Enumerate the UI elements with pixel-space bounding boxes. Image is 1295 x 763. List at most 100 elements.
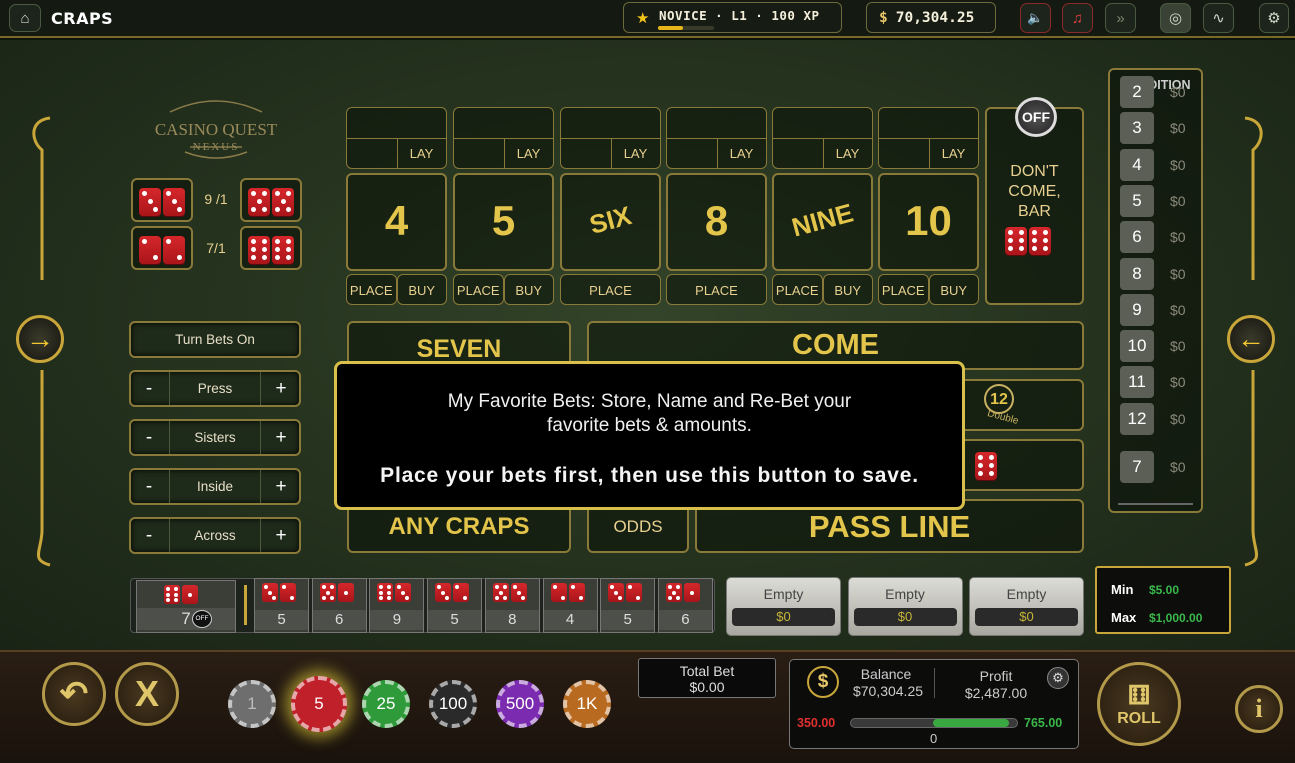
number-box-3[interactable]: 8 bbox=[666, 173, 767, 271]
history-roll: 6 bbox=[311, 578, 367, 633]
lay-bet-3[interactable]: LAY bbox=[666, 107, 767, 169]
sisters-button[interactable]: Sisters bbox=[169, 421, 261, 454]
undo-icon[interactable]: ↶ bbox=[42, 662, 106, 726]
history-roll: 5 bbox=[254, 578, 309, 633]
level-indicator: ★ NOVICE · L1 · 100 XP bbox=[623, 2, 842, 33]
sisters-plus-button[interactable]: + bbox=[263, 421, 299, 454]
history-roll: 8 bbox=[484, 578, 540, 633]
lay-bet-5[interactable]: LAY bbox=[878, 107, 979, 169]
history-roll: 5 bbox=[427, 578, 483, 633]
history-divider bbox=[244, 585, 247, 625]
roll-button[interactable]: ⚅ ROLL bbox=[1097, 662, 1181, 746]
turn-bets-on-button[interactable]: Turn Bets On bbox=[129, 321, 301, 358]
home-icon[interactable]: ⌂ bbox=[9, 4, 41, 32]
condition-row: 5 $0 bbox=[1120, 184, 1195, 217]
fast-forward-icon[interactable]: » bbox=[1105, 3, 1136, 33]
info-icon[interactable]: i bbox=[1235, 685, 1283, 733]
inside-plus-button[interactable]: + bbox=[263, 470, 299, 503]
dice-icon: ⚅ bbox=[1127, 680, 1151, 710]
casino-logo: CASINO QUEST NEXUS bbox=[150, 92, 282, 164]
place-bet-4[interactable]: PLACE bbox=[772, 274, 823, 305]
hop-bet-2-2[interactable] bbox=[131, 226, 193, 270]
star-icon: ★ bbox=[636, 10, 650, 27]
place-bet-0[interactable]: PLACE bbox=[346, 274, 397, 305]
condition-panel: CONDITION 2 $0 3 $0 4 $0 5 $0 6 $0 8 $0 … bbox=[1108, 68, 1203, 513]
stats-panel: $ Balance $70,304.25 Profit $2,487.00 ⚙ … bbox=[789, 659, 1079, 749]
hop-bet-3-3[interactable] bbox=[131, 178, 193, 222]
press-control: - Press + bbox=[129, 370, 301, 407]
buy-bet-0[interactable]: BUY bbox=[396, 274, 447, 305]
off-toggle[interactable]: OFF bbox=[1015, 97, 1057, 137]
condition-row: 9 $0 bbox=[1120, 293, 1195, 326]
hop-bet-5-5[interactable] bbox=[240, 178, 302, 222]
buy-bet-4[interactable]: BUY bbox=[822, 274, 873, 305]
top-bar: ⌂ CRAPS ★ NOVICE · L1 · 100 XP $ 70,304.… bbox=[0, 0, 1295, 38]
history-roll: 6 bbox=[657, 578, 713, 633]
buy-bet-5[interactable]: BUY bbox=[928, 274, 979, 305]
total-bet-box: Total Bet $0.00 bbox=[638, 658, 776, 698]
settings-gear-icon[interactable]: ⚙ bbox=[1259, 3, 1289, 33]
lay-bet-1[interactable]: LAY bbox=[453, 107, 554, 169]
chip-500[interactable]: 500 bbox=[496, 680, 544, 728]
tooltip-line-3: Place your bets first, then use this but… bbox=[380, 464, 919, 487]
condition-row: 6 $0 bbox=[1120, 221, 1195, 254]
lay-bet-4[interactable]: LAY bbox=[772, 107, 873, 169]
number-box-2[interactable]: SIX bbox=[560, 173, 661, 271]
place-bet-3[interactable]: PLACE bbox=[666, 274, 767, 305]
chip-25[interactable]: 25 bbox=[362, 680, 410, 728]
pulse-icon[interactable]: ∿ bbox=[1203, 3, 1234, 33]
across-button[interactable]: Across bbox=[169, 519, 261, 552]
tooltip-line-1: My Favorite Bets: Store, Name and Re-Bet… bbox=[447, 391, 852, 412]
number-box-1[interactable]: 5 bbox=[453, 173, 554, 271]
lay-bet-2[interactable]: LAY bbox=[560, 107, 661, 169]
balance-display: $ 70,304.25 bbox=[866, 2, 996, 33]
condition-row: 7 $0 bbox=[1120, 451, 1195, 483]
place-bet-2[interactable]: PLACE bbox=[560, 274, 661, 305]
buy-bet-1[interactable]: BUY bbox=[503, 274, 554, 305]
chip-5[interactable]: 5 bbox=[291, 676, 347, 732]
number-box-5[interactable]: 10 bbox=[878, 173, 979, 271]
number-box-0[interactable]: 4 bbox=[346, 173, 447, 271]
across-minus-button[interactable]: - bbox=[131, 519, 167, 552]
across-plus-button[interactable]: + bbox=[263, 519, 299, 552]
place-bet-5[interactable]: PLACE bbox=[878, 274, 929, 305]
history-roll: 9 bbox=[369, 578, 425, 633]
inside-button[interactable]: Inside bbox=[169, 470, 261, 503]
target-icon[interactable]: ◎ bbox=[1160, 3, 1191, 33]
music-icon[interactable]: ♫ bbox=[1062, 3, 1093, 33]
chip-1K[interactable]: 1K bbox=[563, 680, 611, 728]
profit-range-bar bbox=[850, 718, 1018, 728]
condition-row: 10 $0 bbox=[1120, 330, 1195, 363]
arrow-right-icon[interactable]: → bbox=[16, 315, 64, 363]
inside-minus-button[interactable]: - bbox=[131, 470, 167, 503]
page-title: CRAPS bbox=[51, 9, 114, 28]
hop-odds-1: 9 /1 bbox=[204, 191, 228, 207]
condition-row: 8 $0 bbox=[1120, 257, 1195, 290]
off-badge: OFF bbox=[192, 610, 212, 628]
lay-bet-0[interactable]: LAY bbox=[346, 107, 447, 169]
dice-6-icon bbox=[975, 452, 999, 485]
press-minus-button[interactable]: - bbox=[131, 372, 167, 405]
press-button[interactable]: Press bbox=[169, 372, 261, 405]
chip-100[interactable]: 100 bbox=[429, 680, 477, 728]
favorite-bets-tooltip: My Favorite Bets: Store, Name and Re-Bet… bbox=[334, 361, 965, 510]
clear-bets-icon[interactable]: X bbox=[115, 662, 179, 726]
dice-6-6-icon bbox=[1005, 227, 1053, 260]
current-roll: 7 OFF bbox=[136, 580, 236, 633]
place-bet-1[interactable]: PLACE bbox=[453, 274, 504, 305]
stats-settings-gear-icon[interactable]: ⚙ bbox=[1047, 667, 1069, 689]
chip-1[interactable]: 1 bbox=[228, 680, 276, 728]
favorite-slot[interactable]: Empty $0 bbox=[726, 577, 841, 636]
press-plus-button[interactable]: + bbox=[263, 372, 299, 405]
hop-bet-6-6[interactable] bbox=[240, 226, 302, 270]
favorite-slot[interactable]: Empty $0 bbox=[847, 577, 963, 636]
level-text: NOVICE · L1 · 100 XP bbox=[659, 8, 820, 23]
dollar-icon: $ bbox=[807, 666, 839, 698]
condition-row: 11 $0 bbox=[1120, 366, 1195, 399]
number-box-4[interactable]: NINE bbox=[772, 173, 873, 271]
sound-icon[interactable]: 🔈 bbox=[1020, 3, 1051, 33]
hop-odds-2: 7/1 bbox=[206, 240, 226, 256]
sisters-minus-button[interactable]: - bbox=[131, 421, 167, 454]
arrow-left-icon[interactable]: ← bbox=[1227, 315, 1275, 363]
favorite-slot[interactable]: Empty $0 bbox=[969, 577, 1084, 636]
